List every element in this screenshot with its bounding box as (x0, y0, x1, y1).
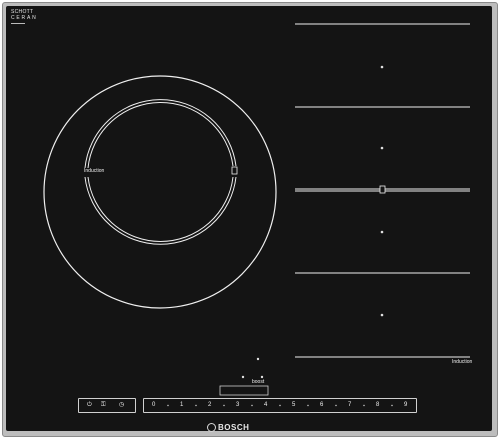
round-zone-inner-ring-lower (84, 176, 237, 245)
round-zone-outer-ring (43, 75, 277, 309)
flex-zone-2-center-marker (380, 146, 384, 150)
power-level-3[interactable]: 3 (236, 399, 239, 412)
power-level-5[interactable]: 5 (292, 399, 295, 412)
power-level-dot-4 (279, 404, 281, 407)
power-level-dot-2 (223, 404, 225, 407)
power-level-4[interactable]: 4 (264, 399, 267, 412)
power-level-0[interactable]: 0 (152, 399, 155, 412)
child-lock-icon[interactable]: ⚿ (101, 399, 106, 412)
power-level-dot-5 (307, 404, 309, 407)
round-zone-inner-ring-left-2 (87, 101, 234, 169)
flex-zone-3-center-marker (380, 230, 384, 234)
power-level-2[interactable]: 2 (208, 399, 211, 412)
power-level-slider[interactable]: 0 1 2 3 4 5 6 7 8 9 (143, 398, 417, 413)
timer-icon[interactable]: ◷ (119, 399, 124, 412)
display-indicator-1 (256, 357, 260, 361)
round-zone-inner-ring-lower-2 (87, 176, 234, 242)
power-level-dot-6 (335, 404, 337, 407)
display-indicator-3 (260, 375, 264, 379)
flex-bridge-symbol (379, 185, 386, 194)
power-level-8[interactable]: 8 (376, 399, 379, 412)
flex-zone-1-center-marker (380, 65, 384, 69)
main-control-panel[interactable]: ⏻ ⚿ ◷ (78, 398, 136, 413)
power-level-9[interactable]: 9 (404, 399, 407, 412)
power-icon[interactable]: ⏻ (87, 399, 92, 412)
round-zone-inner-ring-left (84, 99, 237, 169)
flex-zone-label: Induction (452, 359, 473, 365)
power-level-7[interactable]: 7 (348, 399, 351, 412)
display-indicator-2 (241, 375, 245, 379)
cooktop-markings (43, 23, 470, 396)
display-window (219, 385, 269, 396)
power-level-1[interactable]: 1 (180, 399, 183, 412)
power-level-dot-8 (391, 404, 393, 407)
power-level-dot-3 (251, 404, 253, 407)
power-level-dot-0 (167, 404, 169, 407)
round-zone-symbol (231, 166, 238, 175)
power-level-6[interactable]: 6 (320, 399, 323, 412)
power-level-dot-1 (195, 404, 197, 407)
boost-label[interactable]: boost (252, 380, 264, 385)
round-zone-label: Induction (84, 168, 105, 174)
brand-name: BOSCH (218, 423, 250, 432)
power-level-dot-7 (363, 404, 365, 407)
flex-zone-4-center-marker (380, 313, 384, 317)
bosch-logo-icon (207, 423, 216, 432)
